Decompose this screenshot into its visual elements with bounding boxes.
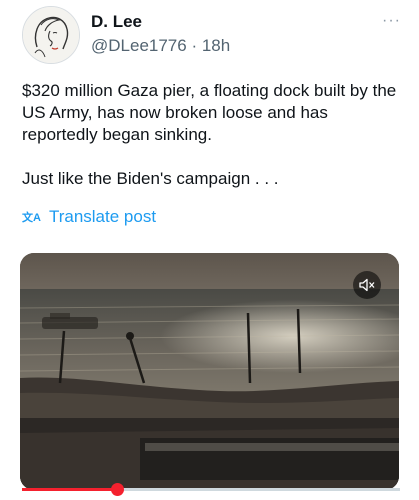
translate-post-link[interactable]: 文A Translate post <box>22 207 156 227</box>
video-frame <box>20 253 399 490</box>
avatar[interactable] <box>22 6 80 64</box>
translate-icon: 文A <box>22 212 41 224</box>
avatar-sketch <box>23 7 79 63</box>
video-player[interactable] <box>20 253 399 490</box>
author-meta: @DLee1776 · 18h <box>91 36 230 56</box>
mute-toggle-button[interactable] <box>353 271 381 299</box>
post-text-line: $320 million Gaza pier, a floating dock … <box>22 81 397 144</box>
speaker-muted-icon <box>359 278 375 292</box>
meta-separator: · <box>186 36 202 55</box>
post-time[interactable]: 18h <box>202 36 230 55</box>
author-handle[interactable]: @DLee1776 <box>91 36 187 55</box>
video-progress-handle[interactable] <box>110 483 124 496</box>
video-progress-bar[interactable] <box>22 483 400 496</box>
video-progress-fill <box>22 488 117 491</box>
translate-label: Translate post <box>48 207 157 226</box>
more-options-button[interactable]: ··· <box>382 12 401 30</box>
post-text-line: Just like the Biden's campaign . . . <box>22 169 279 188</box>
post-text: $320 million Gaza pier, a floating dock … <box>22 80 400 190</box>
author-name[interactable]: D. Lee <box>91 12 142 32</box>
more-options-icon: ··· <box>382 12 401 29</box>
